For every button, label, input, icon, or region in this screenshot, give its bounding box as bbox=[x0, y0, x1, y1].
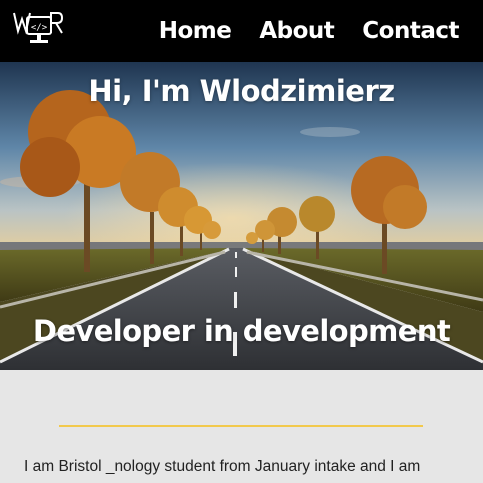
hero-title: Hi, I'm Wlodzimierz bbox=[88, 74, 395, 108]
intro-paragraph: I am Bristol _nology student from Januar… bbox=[24, 458, 421, 475]
nav-link-home[interactable]: Home bbox=[159, 18, 232, 44]
hero-banner: Hi, I'm Wlodzimierz Developer in develop… bbox=[0, 62, 483, 370]
navbar: </> Home About Contact bbox=[0, 0, 483, 62]
section-divider bbox=[59, 425, 423, 427]
main-nav: Home About Contact bbox=[159, 0, 460, 62]
nav-link-about[interactable]: About bbox=[259, 18, 334, 44]
svg-text:</>: </> bbox=[31, 23, 48, 33]
hero-subtitle: Developer in development bbox=[32, 314, 451, 348]
logo-icon[interactable]: </> bbox=[13, 11, 63, 51]
nav-link-contact[interactable]: Contact bbox=[362, 18, 459, 44]
